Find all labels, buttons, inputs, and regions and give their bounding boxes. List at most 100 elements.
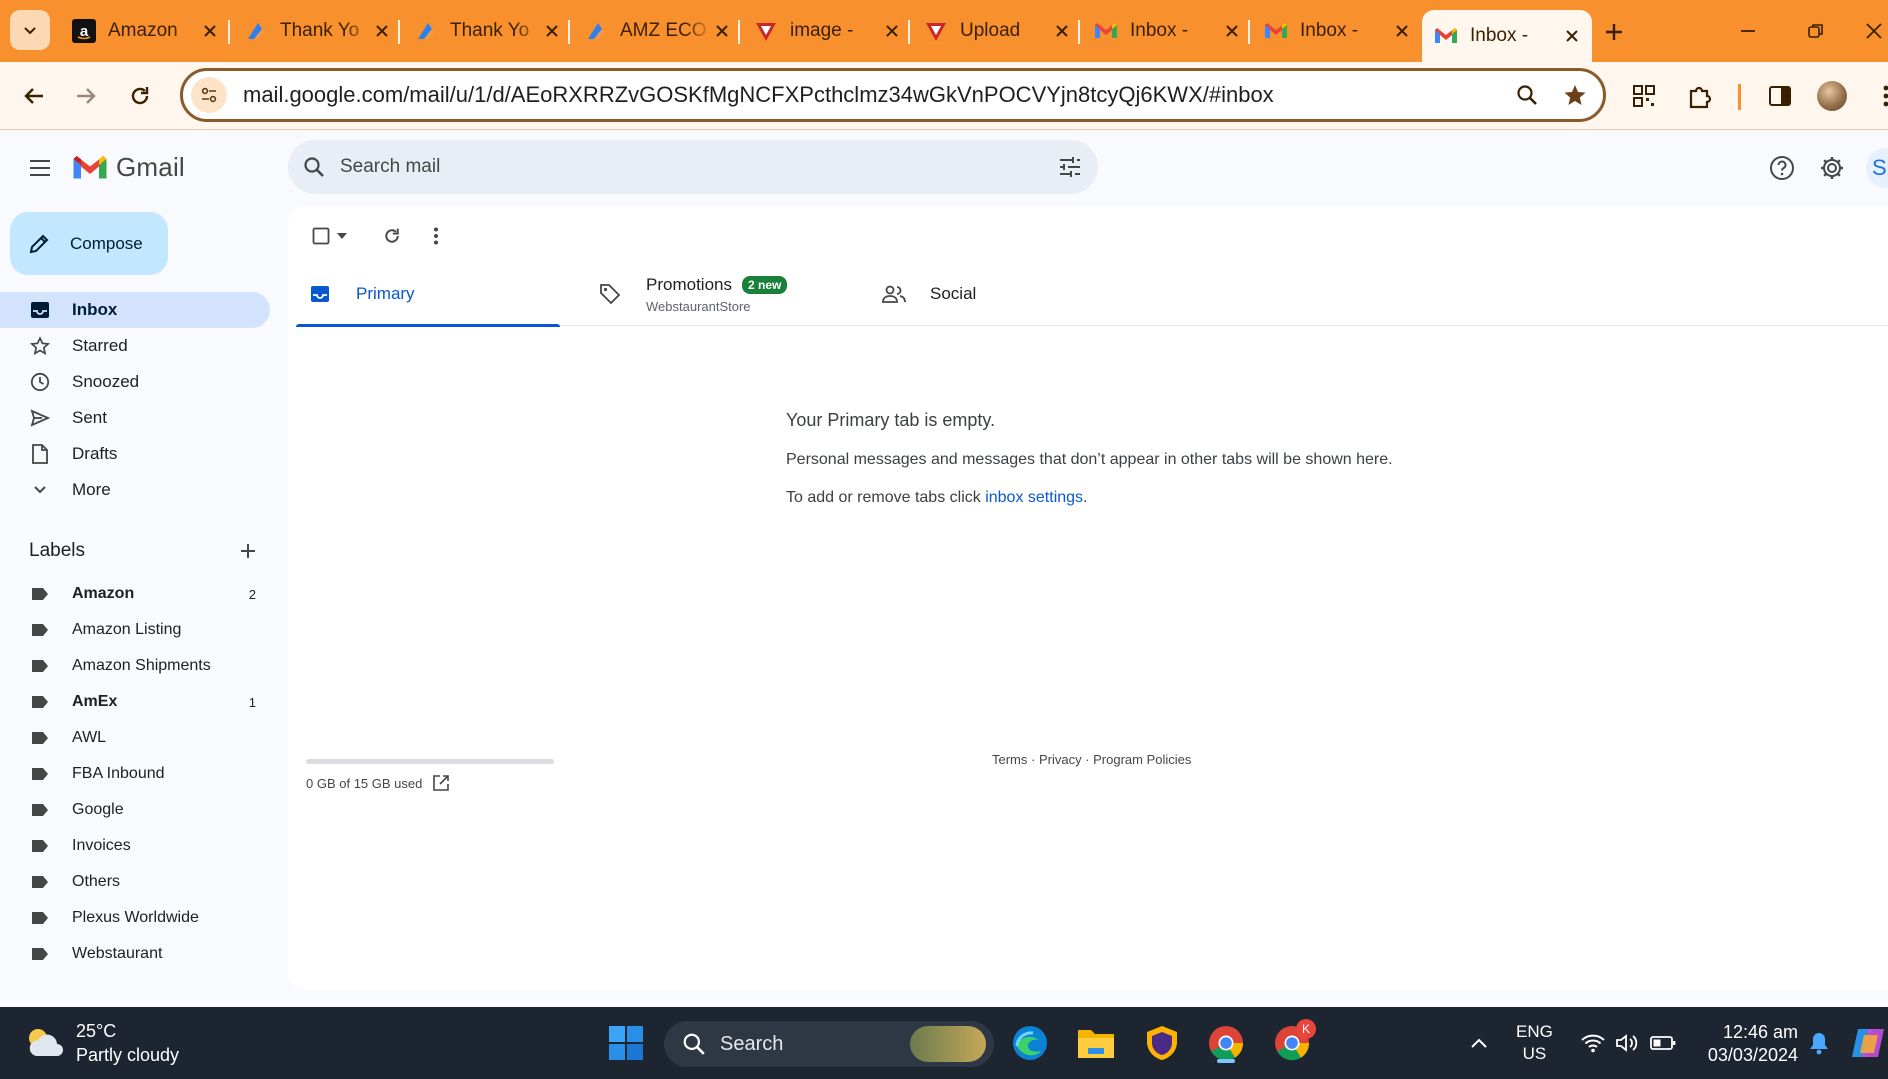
close-icon[interactable] — [1222, 21, 1242, 41]
wifi-icon[interactable] — [1578, 1023, 1608, 1063]
vpn-app[interactable] — [1138, 1019, 1186, 1067]
spark-icon — [584, 19, 608, 43]
close-icon[interactable] — [712, 21, 732, 41]
search-icon[interactable] — [288, 156, 340, 178]
label-item-fba-inbound[interactable]: FBA Inbound — [0, 756, 270, 792]
label-item-awl[interactable]: AWL — [0, 720, 270, 756]
back-button[interactable] — [14, 76, 54, 116]
tab-title: Upload — [960, 20, 1021, 41]
weather-widget[interactable]: 25°C Partly cloudy — [24, 1019, 179, 1067]
show-hidden-icons-button[interactable] — [1464, 1023, 1494, 1063]
language-indicator[interactable]: ENG US — [1516, 1021, 1553, 1065]
refresh-button[interactable] — [372, 216, 412, 256]
chrome-app-active[interactable] — [1202, 1019, 1250, 1067]
compose-label: Compose — [70, 233, 143, 253]
nav-item-more[interactable]: More — [0, 472, 270, 508]
site-info-icon[interactable] — [191, 77, 227, 113]
nav-item-snoozed[interactable]: Snoozed — [0, 364, 270, 400]
browser-tab[interactable]: a Amazon — [60, 10, 230, 52]
search-input[interactable] — [340, 156, 1042, 178]
extensions-icon[interactable] — [1680, 76, 1720, 116]
compose-button[interactable]: Compose — [10, 212, 168, 275]
nav-item-inbox[interactable]: Inbox — [0, 292, 270, 328]
label-item-amazon-listing[interactable]: Amazon Listing — [0, 612, 270, 648]
label-name: Amazon — [72, 585, 135, 602]
gmail-icon — [73, 155, 107, 178]
tab-social[interactable]: Social — [870, 262, 1134, 326]
nav-item-starred[interactable]: Starred — [0, 328, 270, 364]
side-panel-icon[interactable] — [1760, 76, 1800, 116]
battery-icon[interactable] — [1648, 1023, 1678, 1063]
tab-promotions[interactable]: Promotions 2 new WebstaurantStore — [586, 262, 850, 326]
minimize-button[interactable] — [1730, 14, 1766, 48]
mail-search-bar[interactable] — [288, 140, 1098, 194]
close-icon[interactable] — [1562, 26, 1582, 46]
search-options-icon[interactable] — [1042, 156, 1098, 178]
close-icon[interactable] — [1392, 21, 1412, 41]
url-text[interactable]: mail.google.com/mail/u/1/d/AEoRXRRZvGOSK… — [243, 82, 1507, 108]
close-icon[interactable] — [542, 21, 562, 41]
browser-tab[interactable]: Upload — [912, 10, 1082, 52]
settings-button[interactable] — [1812, 148, 1852, 188]
browser-tab[interactable]: image - — [742, 10, 912, 52]
browser-tab[interactable]: Inbox - — [1082, 10, 1252, 52]
tab-sender-preview: WebstaurantStore — [646, 298, 751, 314]
edge-app[interactable] — [1006, 1019, 1054, 1067]
copilot-icon[interactable] — [1850, 1023, 1888, 1063]
tab-primary[interactable]: Primary — [296, 262, 560, 327]
file-explorer-app[interactable] — [1072, 1019, 1120, 1067]
nav-item-drafts[interactable]: Drafts — [0, 436, 270, 472]
close-icon[interactable] — [200, 21, 220, 41]
profile-avatar[interactable] — [1812, 76, 1852, 116]
browser-tab[interactable]: Thank Yo — [402, 10, 572, 52]
label-item-plexus-worldwide[interactable]: Plexus Worldwide — [0, 900, 270, 936]
volume-icon[interactable] — [1612, 1023, 1642, 1063]
create-label-button[interactable] — [232, 535, 264, 567]
label-item-webstaurant[interactable]: Webstaurant — [0, 936, 270, 972]
label-item-others[interactable]: Others — [0, 864, 270, 900]
browser-tab[interactable]: Thank Yo — [232, 10, 402, 52]
label-item-amex[interactable]: AmEx 1 — [0, 684, 270, 720]
browser-tab[interactable]: Inbox - — [1252, 10, 1422, 52]
inbox-settings-link[interactable]: inbox settings — [985, 489, 1083, 506]
tab-search-button[interactable] — [10, 10, 50, 50]
close-icon[interactable] — [1052, 21, 1072, 41]
label-item-google[interactable]: Google — [0, 792, 270, 828]
folder-icon — [1078, 1030, 1114, 1058]
chrome-app-profile[interactable]: K — [1268, 1019, 1316, 1067]
privacy-link[interactable]: Privacy — [1039, 752, 1082, 767]
zoom-icon[interactable] — [1507, 75, 1547, 115]
gmail-header: Gmail S — [0, 130, 1888, 204]
account-avatar[interactable]: S — [1866, 148, 1888, 188]
help-button[interactable] — [1762, 148, 1802, 188]
system-clock[interactable]: 12:46 am 03/03/2024 — [1690, 1021, 1798, 1067]
program-policies-link[interactable]: Program Policies — [1093, 752, 1191, 767]
select-all-checkbox[interactable] — [308, 216, 352, 256]
start-button[interactable] — [602, 1019, 650, 1067]
more-actions-button[interactable] — [416, 216, 456, 256]
restore-button[interactable] — [1798, 14, 1834, 48]
nav-item-sent[interactable]: Sent — [0, 400, 270, 436]
bookmark-star-icon[interactable] — [1555, 75, 1595, 115]
forward-button[interactable] — [66, 76, 106, 116]
terms-link[interactable]: Terms — [992, 752, 1027, 767]
notifications-icon[interactable] — [1804, 1023, 1834, 1063]
label-tag-icon — [28, 587, 52, 601]
close-icon[interactable] — [882, 21, 902, 41]
label-item-invoices[interactable]: Invoices — [0, 828, 270, 864]
gmail-logo[interactable]: Gmail — [72, 152, 185, 183]
close-icon[interactable] — [372, 21, 392, 41]
address-bar[interactable]: mail.google.com/mail/u/1/d/AEoRXRRZvGOSK… — [180, 68, 1606, 122]
open-in-new-icon[interactable] — [432, 774, 450, 792]
taskbar-search[interactable]: Search — [664, 1021, 994, 1067]
label-item-amazon[interactable]: Amazon 2 — [0, 576, 270, 612]
reload-button[interactable] — [120, 76, 160, 116]
browser-menu-button[interactable] — [1866, 76, 1888, 116]
browser-tab-active[interactable]: Inbox - — [1422, 10, 1592, 62]
close-window-button[interactable] — [1856, 14, 1888, 48]
new-tab-button[interactable] — [1598, 16, 1630, 48]
qr-code-icon[interactable] — [1624, 76, 1664, 116]
main-menu-button[interactable] — [20, 148, 60, 188]
label-item-amazon-shipments[interactable]: Amazon Shipments — [0, 648, 270, 684]
browser-tab[interactable]: AMZ ECO — [572, 10, 742, 52]
